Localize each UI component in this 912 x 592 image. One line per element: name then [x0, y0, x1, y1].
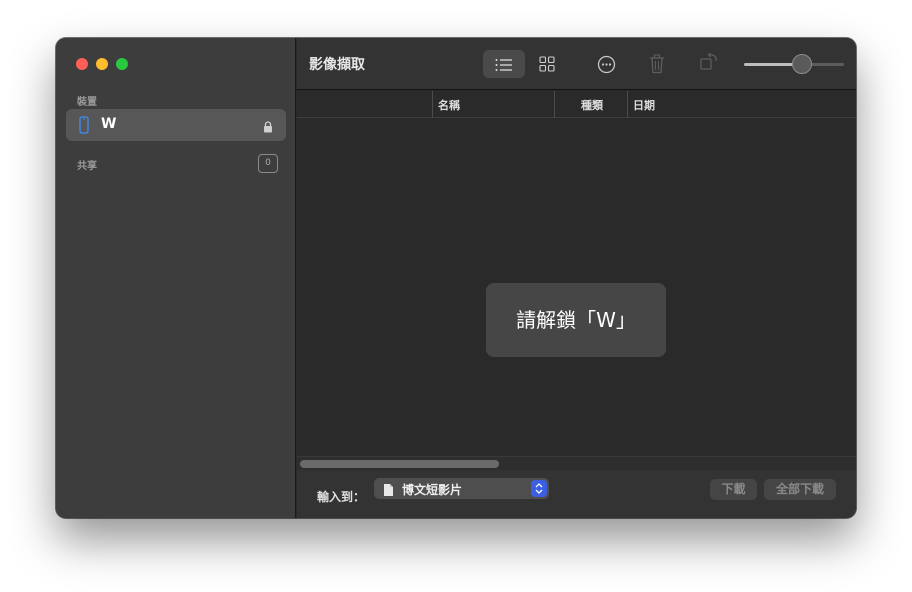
column-kind-label: 種類 [581, 99, 603, 112]
device-name: W [101, 116, 117, 132]
unlock-message: 請解鎖「W」 [486, 283, 666, 357]
list-view-button[interactable] [483, 50, 525, 78]
bottom-bar: 輸入到： 博文短影片 下載 全部下載 [297, 470, 856, 518]
minimize-button[interactable] [96, 58, 108, 70]
column-name-label: 名稱 [438, 99, 460, 112]
grid-view-button[interactable] [533, 50, 575, 78]
document-icon [383, 482, 394, 501]
column-date[interactable]: 日期 [627, 91, 856, 118]
zoom-slider-knob[interactable] [792, 54, 812, 74]
rotate-icon [700, 52, 718, 76]
shared-heading: 共享 [77, 161, 97, 172]
download-all-button[interactable]: 全部下載 [764, 479, 836, 500]
column-header: 名稱 種類 日期 [297, 91, 856, 118]
main-pane: 影像擷取 名稱 種類 日期 請解鎖「W」 輸入到： 博文短影片 下載 全部下載 [297, 38, 856, 518]
chevron-up-down-icon [531, 480, 547, 497]
horizontal-scrollbar[interactable] [297, 456, 856, 470]
rotate-button[interactable] [697, 50, 721, 78]
toolbar: 影像擷取 [297, 38, 856, 90]
download-button[interactable]: 下載 [710, 479, 757, 500]
more-button[interactable] [593, 50, 621, 78]
scrollbar-thumb[interactable] [300, 460, 499, 468]
grid-view-icon [539, 56, 555, 76]
column-kind[interactable]: 種類 [554, 91, 627, 118]
window-controls [76, 58, 128, 70]
column-date-label: 日期 [633, 99, 655, 112]
devices-heading: 裝置 [77, 97, 97, 108]
iphone-icon [79, 116, 89, 138]
close-button[interactable] [76, 58, 88, 70]
import-to-label: 輸入到： [317, 490, 366, 504]
trash-icon [649, 54, 665, 78]
lock-icon [263, 118, 273, 137]
delete-button[interactable] [645, 50, 669, 78]
list-view-icon [495, 57, 513, 76]
image-capture-window: 裝置 W 共享 0 影像擷取 名稱 種類 日期 請解鎖「W」 輸入到： 博文短影… [56, 38, 856, 518]
sidebar-item-device[interactable]: W [66, 109, 286, 141]
zoom-button[interactable] [116, 58, 128, 70]
destination-value: 博文短影片 [402, 483, 463, 497]
shared-count-badge: 0 [258, 154, 278, 173]
window-title: 影像擷取 [309, 57, 365, 73]
sidebar: 裝置 W 共享 0 [56, 38, 296, 518]
column-name[interactable]: 名稱 [432, 91, 554, 118]
destination-select[interactable]: 博文短影片 [374, 478, 549, 499]
more-icon [597, 55, 616, 78]
